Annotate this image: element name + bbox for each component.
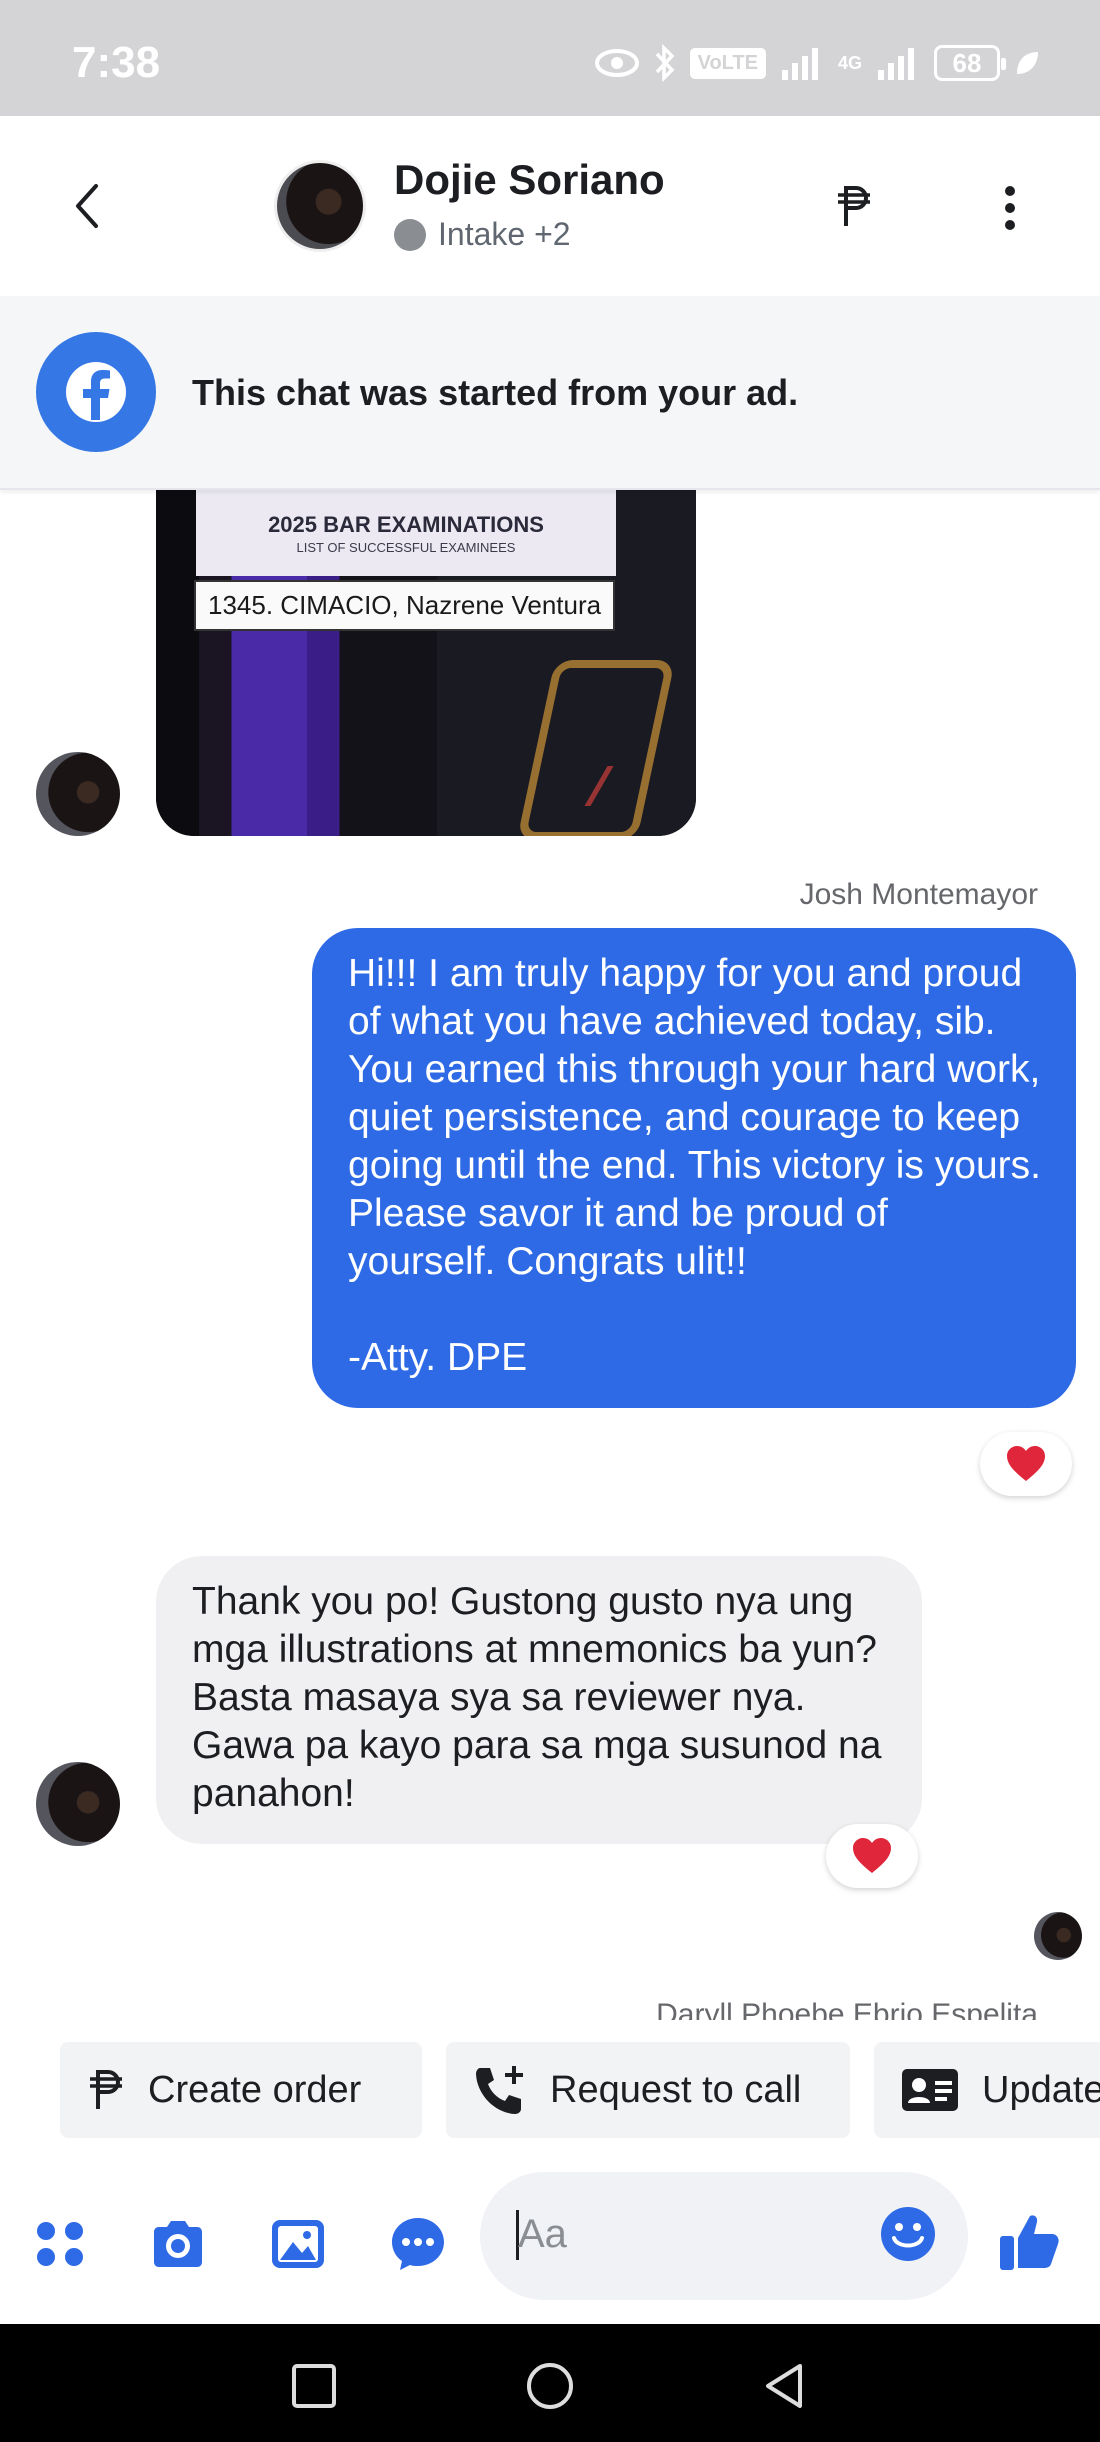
recent-apps-icon[interactable] bbox=[288, 2360, 340, 2412]
phone-add-icon bbox=[476, 2066, 523, 2114]
contact-sub-label: Intake +2 bbox=[438, 216, 571, 252]
incoming-message[interactable]: Thank you po! Gustong gusto nya ung mga … bbox=[156, 1556, 922, 1844]
facebook-icon bbox=[36, 332, 156, 452]
bluetooth-icon bbox=[655, 44, 675, 82]
status-bar: 7:38 VoLTE 4G 68 bbox=[0, 0, 1100, 116]
heart-icon bbox=[1007, 1446, 1045, 1481]
ad-origin-banner: This chat was started from your ad. bbox=[0, 296, 1100, 490]
chat-bubble-icon[interactable] bbox=[388, 2214, 448, 2274]
sender-avatar[interactable] bbox=[36, 752, 120, 836]
leaf-icon bbox=[1017, 52, 1038, 74]
request-to-call-button[interactable]: Request to call bbox=[446, 2042, 850, 2138]
peso-icon bbox=[90, 2070, 122, 2109]
ad-origin-text: This chat was started from your ad. bbox=[192, 372, 799, 413]
contact-avatar[interactable] bbox=[274, 160, 366, 252]
sender-avatar-2[interactable] bbox=[36, 1762, 120, 1846]
contact-name[interactable]: Dojie Soriano bbox=[394, 156, 665, 204]
network-type: 4G bbox=[837, 52, 862, 73]
gallery-icon[interactable] bbox=[268, 2214, 328, 2274]
emoji-icon[interactable] bbox=[878, 2204, 938, 2264]
update-button[interactable]: Update bbox=[874, 2042, 1100, 2138]
photo-sign-title: 2025 BAR EXAMINATIONS bbox=[268, 511, 544, 537]
photo-sign-subtitle: LIST OF SUCCESSFUL EXAMINEES bbox=[296, 539, 516, 555]
home-icon[interactable] bbox=[524, 2360, 576, 2412]
message-input[interactable]: Aa bbox=[480, 2172, 968, 2300]
sender-label-next: Daryll Phoebe Ebrio Espelita bbox=[656, 1998, 1038, 2020]
status-icons: VoLTE 4G 68 bbox=[594, 44, 1040, 82]
heart-icon bbox=[853, 1838, 891, 1873]
heart-reaction-2[interactable] bbox=[826, 1824, 918, 1888]
message-composer: Aa bbox=[0, 2150, 1100, 2324]
chat-header: Dojie Soriano Intake +2 bbox=[0, 116, 1100, 296]
create-order-button[interactable]: Create order bbox=[60, 2042, 422, 2138]
contact-labels[interactable]: Intake +2 bbox=[394, 216, 571, 253]
photo-name-card: 1345. CIMACIO, Nazrene Ventura bbox=[194, 580, 616, 631]
more-vertical-icon[interactable] bbox=[1000, 186, 1020, 230]
sender-label: Josh Montemayor bbox=[799, 878, 1038, 911]
thumbs-up-icon[interactable] bbox=[996, 2208, 1062, 2274]
signal-icon-2 bbox=[878, 48, 914, 80]
status-time: 7:38 bbox=[72, 38, 161, 87]
back-arrow-icon[interactable] bbox=[66, 178, 110, 234]
status-dot-icon bbox=[394, 218, 426, 251]
battery-icon: 68 bbox=[934, 45, 1006, 81]
peso-icon[interactable] bbox=[834, 182, 874, 230]
photo-message[interactable]: 2025 BAR EXAMINATIONS LIST OF SUCCESSFUL… bbox=[156, 490, 696, 836]
signal-icon bbox=[781, 48, 818, 80]
heart-reaction[interactable] bbox=[980, 1432, 1072, 1496]
apps-icon[interactable] bbox=[30, 2214, 90, 2274]
back-nav-icon[interactable] bbox=[758, 2360, 810, 2412]
contact-card-icon bbox=[902, 2069, 958, 2111]
create-order-label: Create order bbox=[148, 2068, 362, 2111]
camera-icon[interactable] bbox=[148, 2214, 208, 2274]
read-receipt-avatar bbox=[1034, 1912, 1082, 1960]
quick-actions-bar[interactable]: Create order Request to call Update bbox=[0, 2020, 1100, 2150]
eye-icon bbox=[594, 49, 639, 77]
photo-sign: 2025 BAR EXAMINATIONS LIST OF SUCCESSFUL… bbox=[196, 490, 616, 576]
outgoing-message[interactable]: Hi!!! I am truly happy for you and proud… bbox=[312, 928, 1076, 1408]
message-input-placeholder: Aa bbox=[518, 2212, 567, 2256]
volte-badge: VoLTE bbox=[689, 47, 766, 79]
system-navigation-bar bbox=[0, 2324, 1100, 2442]
conversation-area[interactable]: 2025 BAR EXAMINATIONS LIST OF SUCCESSFUL… bbox=[0, 490, 1100, 2020]
update-label: Update bbox=[982, 2068, 1100, 2111]
request-to-call-label: Request to call bbox=[550, 2068, 802, 2111]
